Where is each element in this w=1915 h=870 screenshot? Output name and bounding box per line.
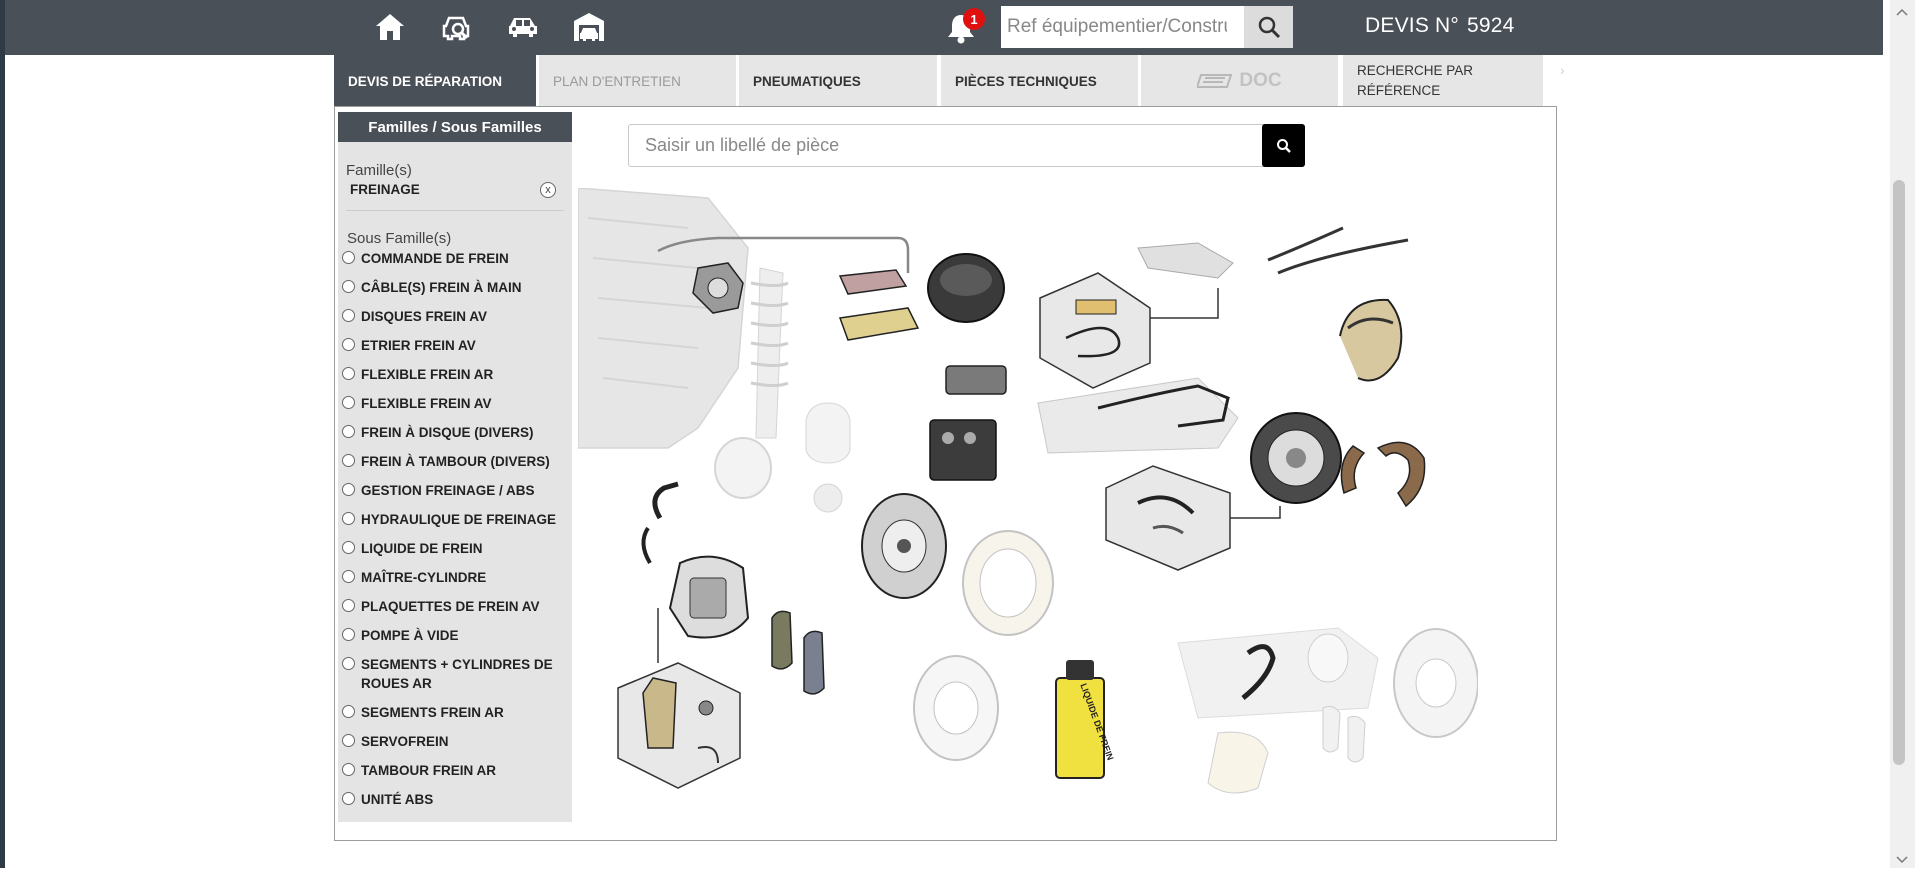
famille-label: Famille(s) bbox=[346, 162, 412, 179]
divider bbox=[346, 210, 564, 211]
radio-button[interactable] bbox=[342, 251, 355, 264]
sous-famille-option[interactable]: CÂBLE(S) FREIN À MAIN bbox=[342, 278, 570, 297]
tab-pieces-techniques[interactable]: PIÈCES TECHNIQUES bbox=[941, 55, 1138, 107]
notification-count-badge: 1 bbox=[963, 8, 985, 30]
families-sidebar: Familles / Sous Familles Famille(s) FREI… bbox=[338, 112, 572, 822]
radio-button[interactable] bbox=[342, 367, 355, 380]
sous-famille-option[interactable]: ETRIER FREIN AV bbox=[342, 336, 570, 355]
radio-button[interactable] bbox=[342, 792, 355, 805]
radio-button[interactable] bbox=[342, 483, 355, 496]
radio-button[interactable] bbox=[342, 454, 355, 467]
reference-search bbox=[1001, 6, 1293, 48]
tab-devis-reparation[interactable]: DEVIS DE RÉPARATION bbox=[334, 55, 536, 107]
radio-button[interactable] bbox=[342, 734, 355, 747]
radio-button[interactable] bbox=[342, 512, 355, 525]
radio-button[interactable] bbox=[342, 705, 355, 718]
tabs-scroll-right-icon[interactable]: › bbox=[1560, 62, 1565, 78]
sous-famille-option[interactable]: SEGMENTS + CYLINDRES DE ROUES AR bbox=[342, 655, 570, 693]
sous-famille-list: COMMANDE DE FREIN CÂBLE(S) FREIN À MAIN … bbox=[342, 249, 570, 819]
sous-famille-option[interactable]: FLEXIBLE FREIN AR bbox=[342, 365, 570, 384]
scrollbar-thumb[interactable] bbox=[1893, 180, 1905, 765]
piece-search-button[interactable] bbox=[1262, 124, 1305, 167]
notifications-bell[interactable]: 1 bbox=[943, 8, 985, 48]
sous-famille-option[interactable]: FREIN À DISQUE (DIVERS) bbox=[342, 423, 570, 442]
sous-famille-option[interactable]: LIQUIDE DE FREIN bbox=[342, 539, 570, 558]
radio-button[interactable] bbox=[342, 309, 355, 322]
radio-button[interactable] bbox=[342, 599, 355, 612]
devis-number: DEVIS N° 5924 bbox=[1365, 14, 1515, 38]
sous-famille-option[interactable]: GESTION FREINAGE / ABS bbox=[342, 481, 570, 500]
sous-famille-option[interactable]: SERVOFREIN bbox=[342, 732, 570, 751]
piece-search-input[interactable] bbox=[629, 125, 1304, 166]
car-icon[interactable] bbox=[504, 9, 542, 45]
search-icon bbox=[1276, 138, 1291, 153]
car-search-icon[interactable] bbox=[438, 9, 476, 45]
doc-logo-icon bbox=[1197, 74, 1233, 88]
sous-famille-option[interactable]: POMPE À VIDE bbox=[342, 626, 570, 645]
selected-famille: FREINAGE bbox=[350, 182, 420, 197]
top-navigation-bar: 1 DEVIS N° 5924 bbox=[5, 0, 1883, 55]
radio-button[interactable] bbox=[342, 338, 355, 351]
sous-famille-option[interactable]: FREIN À TAMBOUR (DIVERS) bbox=[342, 452, 570, 471]
tab-plan-entretien[interactable]: PLAN D'ENTRETIEN bbox=[539, 55, 736, 107]
sous-famille-option[interactable]: UNITÉ ABS bbox=[342, 790, 570, 809]
piece-search bbox=[628, 124, 1305, 167]
home-icon[interactable] bbox=[371, 9, 409, 45]
sidebar-title: Familles / Sous Familles bbox=[338, 112, 572, 142]
radio-button[interactable] bbox=[342, 425, 355, 438]
sous-famille-option[interactable]: TAMBOUR FREIN AR bbox=[342, 761, 570, 780]
garage-icon[interactable] bbox=[570, 9, 608, 45]
scroll-up-icon[interactable] bbox=[1895, 4, 1909, 16]
radio-button[interactable] bbox=[342, 396, 355, 409]
devis-label: DEVIS N° bbox=[1365, 14, 1460, 37]
brake-parts-illustration: LIQUIDE DE FREIN bbox=[577, 187, 1479, 808]
reference-search-button[interactable] bbox=[1244, 6, 1293, 48]
reference-search-input[interactable] bbox=[1001, 6, 1233, 48]
clear-famille-button[interactable]: x bbox=[540, 182, 556, 198]
radio-button[interactable] bbox=[342, 628, 355, 641]
scroll-down-icon[interactable] bbox=[1895, 852, 1909, 864]
tab-recherche-reference[interactable]: RECHERCHE PAR RÉFÉRENCE bbox=[1343, 55, 1543, 107]
tab-pneumatiques[interactable]: PNEUMATIQUES bbox=[739, 55, 937, 107]
tab-doc[interactable]: DOC bbox=[1141, 55, 1338, 107]
sous-famille-option[interactable]: FLEXIBLE FREIN AV bbox=[342, 394, 570, 413]
sous-famille-label: Sous Famille(s) bbox=[347, 230, 452, 247]
sous-famille-option[interactable]: MAÎTRE-CYLINDRE bbox=[342, 568, 570, 587]
sous-famille-option[interactable]: COMMANDE DE FREIN bbox=[342, 249, 570, 268]
sous-famille-option[interactable]: SEGMENTS FREIN AR bbox=[342, 703, 570, 722]
window-edge bbox=[0, 0, 5, 868]
sous-famille-option[interactable]: DISQUES FREIN AV bbox=[342, 307, 570, 326]
radio-button[interactable] bbox=[342, 570, 355, 583]
devis-number-value: 5924 bbox=[1467, 14, 1515, 37]
radio-button[interactable] bbox=[342, 657, 355, 670]
sous-famille-option[interactable]: HYDRAULIQUE DE FREINAGE bbox=[342, 510, 570, 529]
radio-button[interactable] bbox=[342, 763, 355, 776]
radio-button[interactable] bbox=[342, 280, 355, 293]
search-icon bbox=[1258, 16, 1280, 39]
radio-button[interactable] bbox=[342, 541, 355, 554]
main-tabs: DEVIS DE RÉPARATION PLAN D'ENTRETIEN PNE… bbox=[334, 55, 1550, 107]
sous-famille-option[interactable]: PLAQUETTES DE FREIN AV bbox=[342, 597, 570, 616]
